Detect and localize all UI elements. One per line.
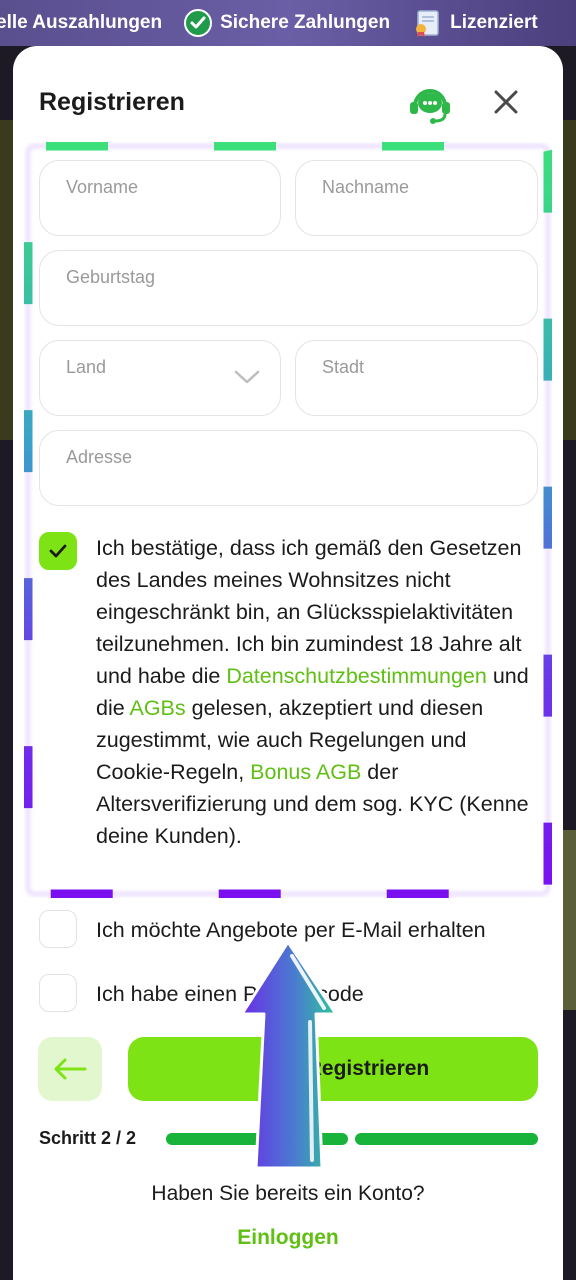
promo-bar: elle Auszahlungen Sichere Zahlungen Lize… — [0, 0, 576, 46]
step-indicator-label: Schritt 2 / 2 — [39, 1128, 137, 1148]
step-bar-1 — [166, 1133, 348, 1145]
modal-title: Registrieren — [39, 88, 185, 116]
close-icon[interactable] — [491, 87, 521, 117]
birthday-field[interactable]: Geburtstag — [39, 250, 538, 326]
first-name-placeholder: Vorname — [66, 177, 139, 197]
consent-checkbox[interactable] — [39, 532, 77, 570]
promocode-checkbox[interactable] — [39, 974, 77, 1012]
promo-licensed-label: Lizenziert — [450, 12, 538, 33]
country-placeholder: Land — [66, 357, 107, 377]
privacy-policy-link[interactable]: Datenschutzbestimmungen — [226, 664, 487, 688]
terms-link[interactable]: AGBs — [129, 696, 185, 720]
offers-label: Ich möchte Angebote per E-Mail erhalten — [96, 918, 486, 942]
birthday-placeholder: Geburtstag — [66, 267, 156, 287]
arrow-left-icon — [54, 1058, 87, 1080]
chevron-down-icon — [234, 370, 260, 384]
promo-item-payouts: elle Auszahlungen — [0, 12, 162, 34]
certificate-icon — [412, 8, 442, 38]
registration-modal: Registrieren Vorname Nachname Geburtstag… — [13, 46, 563, 1280]
backdrop-right-lower — [563, 830, 576, 1010]
backdrop-right — [563, 120, 576, 440]
have-account-text: Haben Sie bereits ein Konto? — [151, 1182, 425, 1205]
address-placeholder: Adresse — [66, 447, 133, 467]
step-bar-2 — [355, 1133, 538, 1145]
consent-text: Ich bestätige, dass ich gemäß den Gesetz… — [96, 532, 536, 852]
city-field[interactable]: Stadt — [295, 340, 538, 416]
offers-checkbox[interactable] — [39, 910, 77, 948]
promo-secure-label: Sichere Zahlungen — [220, 12, 391, 33]
support-headset-icon[interactable] — [407, 84, 453, 124]
back-button[interactable] — [38, 1037, 102, 1101]
country-select[interactable]: Land — [39, 340, 281, 416]
check-badge-icon — [184, 9, 213, 37]
bonus-terms-link[interactable]: Bonus AGB — [250, 760, 361, 784]
address-field[interactable]: Adresse — [39, 430, 538, 506]
register-button-label: Registrieren — [306, 1057, 430, 1080]
first-name-field[interactable]: Vorname — [39, 160, 281, 236]
promo-payouts-label: elle Auszahlungen — [0, 12, 163, 33]
city-placeholder: Stadt — [322, 357, 365, 377]
promo-item-secure-payments: Sichere Zahlungen — [184, 9, 390, 37]
last-name-placeholder: Nachname — [322, 177, 410, 197]
login-link[interactable]: Einloggen — [13, 1226, 563, 1250]
checkmark-icon — [49, 544, 67, 558]
register-button[interactable]: Registrieren — [128, 1037, 538, 1101]
last-name-field[interactable]: Nachname — [295, 160, 538, 236]
backdrop-left — [0, 120, 13, 440]
promo-item-licensed: Lizenziert — [412, 8, 538, 38]
promocode-label: Ich habe einen Promoscode — [96, 982, 364, 1006]
